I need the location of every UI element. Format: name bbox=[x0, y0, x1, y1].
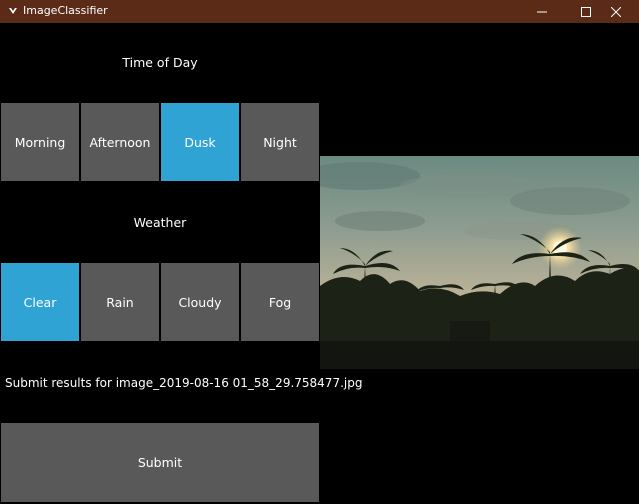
time-option-dusk[interactable]: Dusk bbox=[161, 103, 239, 181]
classified-image bbox=[320, 156, 639, 369]
time-option-afternoon[interactable]: Afternoon bbox=[81, 103, 159, 181]
time-option-morning[interactable]: Morning bbox=[1, 103, 79, 181]
time-option-night[interactable]: Night bbox=[241, 103, 319, 181]
weather-option-clear[interactable]: Clear bbox=[1, 263, 79, 341]
weather-option-cloudy[interactable]: Cloudy bbox=[161, 263, 239, 341]
app-icon bbox=[9, 8, 17, 14]
weather-option-rain[interactable]: Rain bbox=[81, 263, 159, 341]
dusk-palm-trees-photo bbox=[320, 156, 639, 369]
weather-label: Weather bbox=[133, 215, 187, 230]
minimize-button[interactable] bbox=[519, 0, 565, 23]
close-button[interactable] bbox=[593, 0, 639, 23]
close-icon bbox=[611, 6, 621, 17]
minimize-icon bbox=[537, 11, 547, 12]
time-of-day-label: Time of Day bbox=[122, 55, 198, 70]
maximize-icon bbox=[581, 6, 591, 17]
submit-button[interactable]: Submit bbox=[1, 423, 319, 502]
main-content: Time of Day Morning Afternoon Dusk Night… bbox=[0, 23, 639, 504]
weather-option-fog[interactable]: Fog bbox=[241, 263, 319, 341]
submit-info-text: Submit results for image_2019-08-16 01_5… bbox=[5, 376, 363, 390]
window-title: ImageClassifier bbox=[23, 4, 108, 17]
title-bar: ImageClassifier bbox=[0, 0, 639, 23]
